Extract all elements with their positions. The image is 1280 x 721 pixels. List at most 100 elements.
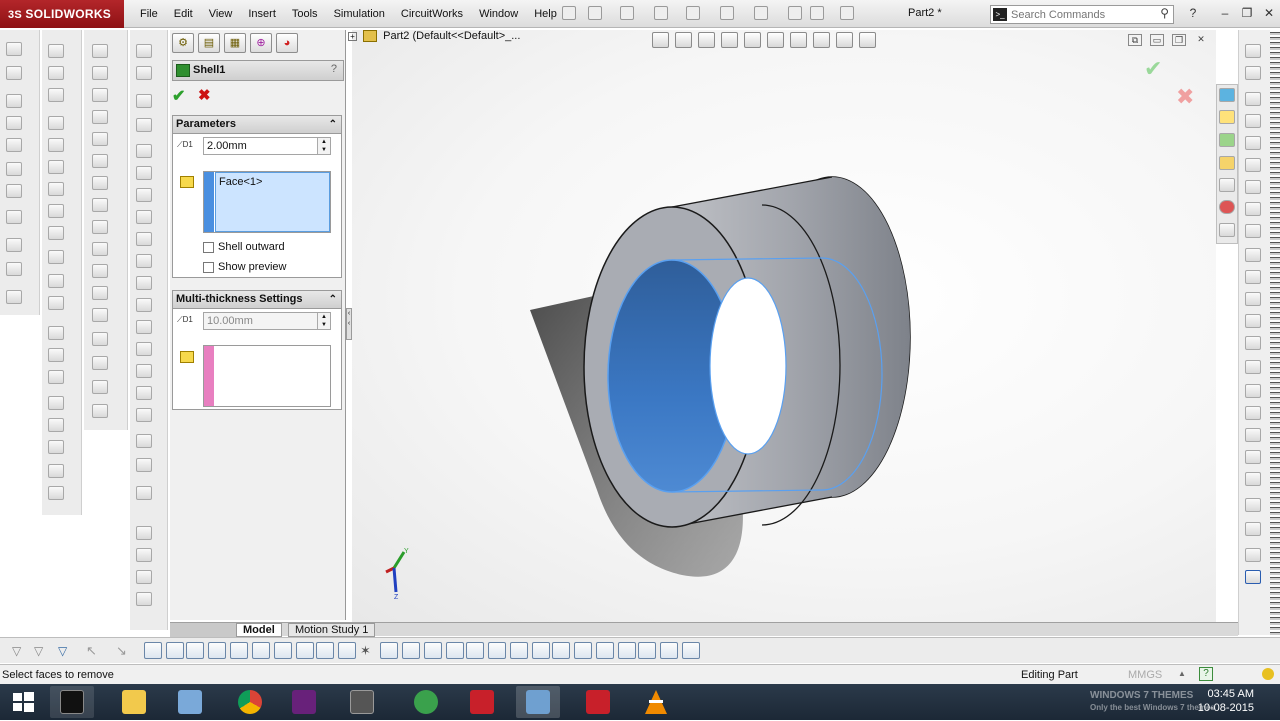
toolbar-icon[interactable] [92, 88, 108, 102]
rectangle-icon[interactable] [1245, 114, 1261, 128]
toolbar-icon[interactable] [136, 232, 152, 246]
taskbar-app-remote[interactable] [168, 686, 212, 718]
filter-all-icon[interactable]: ▽ [58, 644, 67, 658]
filter-notes-icon[interactable] [466, 642, 484, 659]
filter-midpoints-icon[interactable] [338, 642, 356, 659]
filter-solid-bodies-icon[interactable] [230, 642, 248, 659]
toolbar-icon[interactable] [136, 66, 152, 80]
toolbar-icon[interactable] [92, 176, 108, 190]
menu-insert[interactable]: Insert [240, 0, 284, 28]
tab-dimxpert-icon[interactable]: ⊕ [250, 33, 272, 53]
menu-view[interactable]: View [201, 0, 241, 28]
minimize-button[interactable]: – [1216, 5, 1234, 21]
multi-thickness-list-body[interactable] [215, 346, 330, 406]
toolbar-icon[interactable] [48, 296, 64, 310]
design-library-icon[interactable] [1219, 133, 1235, 147]
menu-simulation[interactable]: Simulation [326, 0, 393, 28]
help-icon[interactable]: ? [1184, 5, 1202, 21]
toolbar-icon[interactable] [92, 110, 108, 124]
thickness-stepper[interactable]: ▲ ▼ [317, 138, 330, 154]
toolbar-icon[interactable] [136, 44, 152, 58]
menu-help[interactable]: Help [526, 0, 565, 28]
multi-thickness-faces-list[interactable] [203, 345, 331, 407]
toolbar-icon[interactable] [6, 66, 22, 80]
text-icon[interactable] [136, 118, 152, 132]
filter-cosmetic-threads-icon[interactable] [552, 642, 570, 659]
toolbar-icon[interactable] [6, 138, 22, 152]
slot-icon[interactable] [1245, 136, 1261, 150]
multi-thickness-stepper[interactable]: ▲ ▼ [317, 313, 330, 329]
toolbar-icon[interactable] [92, 380, 108, 394]
filter-weld-symbols-icon[interactable] [510, 642, 528, 659]
faces-to-remove-list[interactable]: Face<1> [203, 171, 331, 233]
toolbar-icon[interactable] [6, 94, 22, 108]
menu-file[interactable]: File [132, 0, 166, 28]
model-viewport[interactable] [352, 30, 1216, 622]
toolbar-icon[interactable] [1245, 548, 1261, 562]
taskbar-app-cmd[interactable] [50, 686, 94, 718]
toolbar-icon[interactable] [92, 242, 108, 256]
toolbar-icon[interactable] [1245, 270, 1261, 284]
toolbar-icon[interactable] [136, 486, 152, 500]
toolbar-icon[interactable] [1245, 292, 1261, 306]
filter-vertices-icon[interactable] [144, 642, 162, 659]
toolbar-icon[interactable] [92, 308, 108, 322]
toolbar-icon[interactable] [92, 66, 108, 80]
circle-icon[interactable] [1245, 158, 1261, 172]
close-button[interactable]: ✕ [1260, 5, 1278, 21]
menu-circuitworks[interactable]: CircuitWorks [393, 0, 471, 28]
toolbar-icon[interactable] [1245, 44, 1261, 58]
taskbar-app-3dexperience[interactable] [404, 686, 448, 718]
toolbar-icon[interactable] [48, 116, 64, 130]
toolbar-icon[interactable] [48, 418, 64, 432]
new-document-icon[interactable] [588, 6, 602, 20]
toolbar-icon[interactable] [136, 320, 152, 334]
toolbar-icon[interactable] [136, 386, 152, 400]
toolbar-icon[interactable] [1245, 498, 1261, 512]
faces-list-body[interactable]: Face<1> [215, 172, 330, 232]
taskbar-app-calculator[interactable] [340, 686, 384, 718]
filter-axes-icon[interactable] [252, 642, 270, 659]
toolbar-icon[interactable] [136, 254, 152, 268]
filter-center-marks-icon[interactable]: ✶ [360, 643, 371, 659]
pin-icon[interactable] [562, 6, 576, 20]
taskbar-app-solidworks-active[interactable] [516, 686, 560, 718]
toolbar-icon[interactable] [136, 210, 152, 224]
view-palette-icon[interactable] [1219, 178, 1235, 192]
search-input[interactable] [1011, 7, 1151, 22]
toolbar-icon[interactable] [136, 548, 152, 562]
filter-faces-icon[interactable] [186, 642, 204, 659]
system-clock[interactable]: 03:45 AM 10-08-2015 [1198, 687, 1254, 715]
toolbar-icon[interactable] [136, 166, 152, 180]
clear-filter-icon[interactable]: ↘ [116, 643, 127, 659]
toolbar-icon[interactable] [48, 204, 64, 218]
multi-thickness-header[interactable]: Multi-thickness Settings ⌃ [173, 291, 341, 309]
save-icon[interactable] [654, 6, 668, 20]
toolbar-icon[interactable] [48, 160, 64, 174]
toolbar-icon[interactable] [48, 66, 64, 80]
filter-routing-points-icon[interactable] [638, 642, 656, 659]
restore-button[interactable]: ❐ [1238, 5, 1256, 21]
toolbar-icon[interactable] [48, 274, 64, 288]
toolbar-icon[interactable] [6, 210, 22, 224]
toolbar-icon[interactable] [6, 162, 22, 176]
toolbar-icon[interactable] [6, 262, 22, 276]
toolbar-icon[interactable] [1245, 360, 1261, 374]
toolbar-icon[interactable] [48, 348, 64, 362]
spline-icon[interactable] [1245, 248, 1261, 262]
solidworks-resources-icon[interactable] [1219, 88, 1235, 102]
toolbar-icon[interactable] [6, 238, 22, 252]
filter-blocks-icon[interactable] [574, 642, 592, 659]
menu-window[interactable]: Window [471, 0, 526, 28]
toolbar-icon[interactable] [48, 88, 64, 102]
filter-dimensions-icon[interactable] [402, 642, 420, 659]
app-logo[interactable]: 3S SOLIDWORKS [0, 0, 124, 28]
tab-display-manager-icon[interactable]: ◕ [276, 33, 298, 53]
filter-surface-finish-icon[interactable] [424, 642, 442, 659]
list-item-face[interactable]: Face<1> [219, 176, 262, 188]
toolbar-icon[interactable] [48, 440, 64, 454]
collapse-icon[interactable]: ⌃ [329, 116, 337, 133]
toolbar-icon[interactable] [136, 364, 152, 378]
toolbar-icon[interactable] [136, 526, 152, 540]
toolbar-icon[interactable] [48, 182, 64, 196]
